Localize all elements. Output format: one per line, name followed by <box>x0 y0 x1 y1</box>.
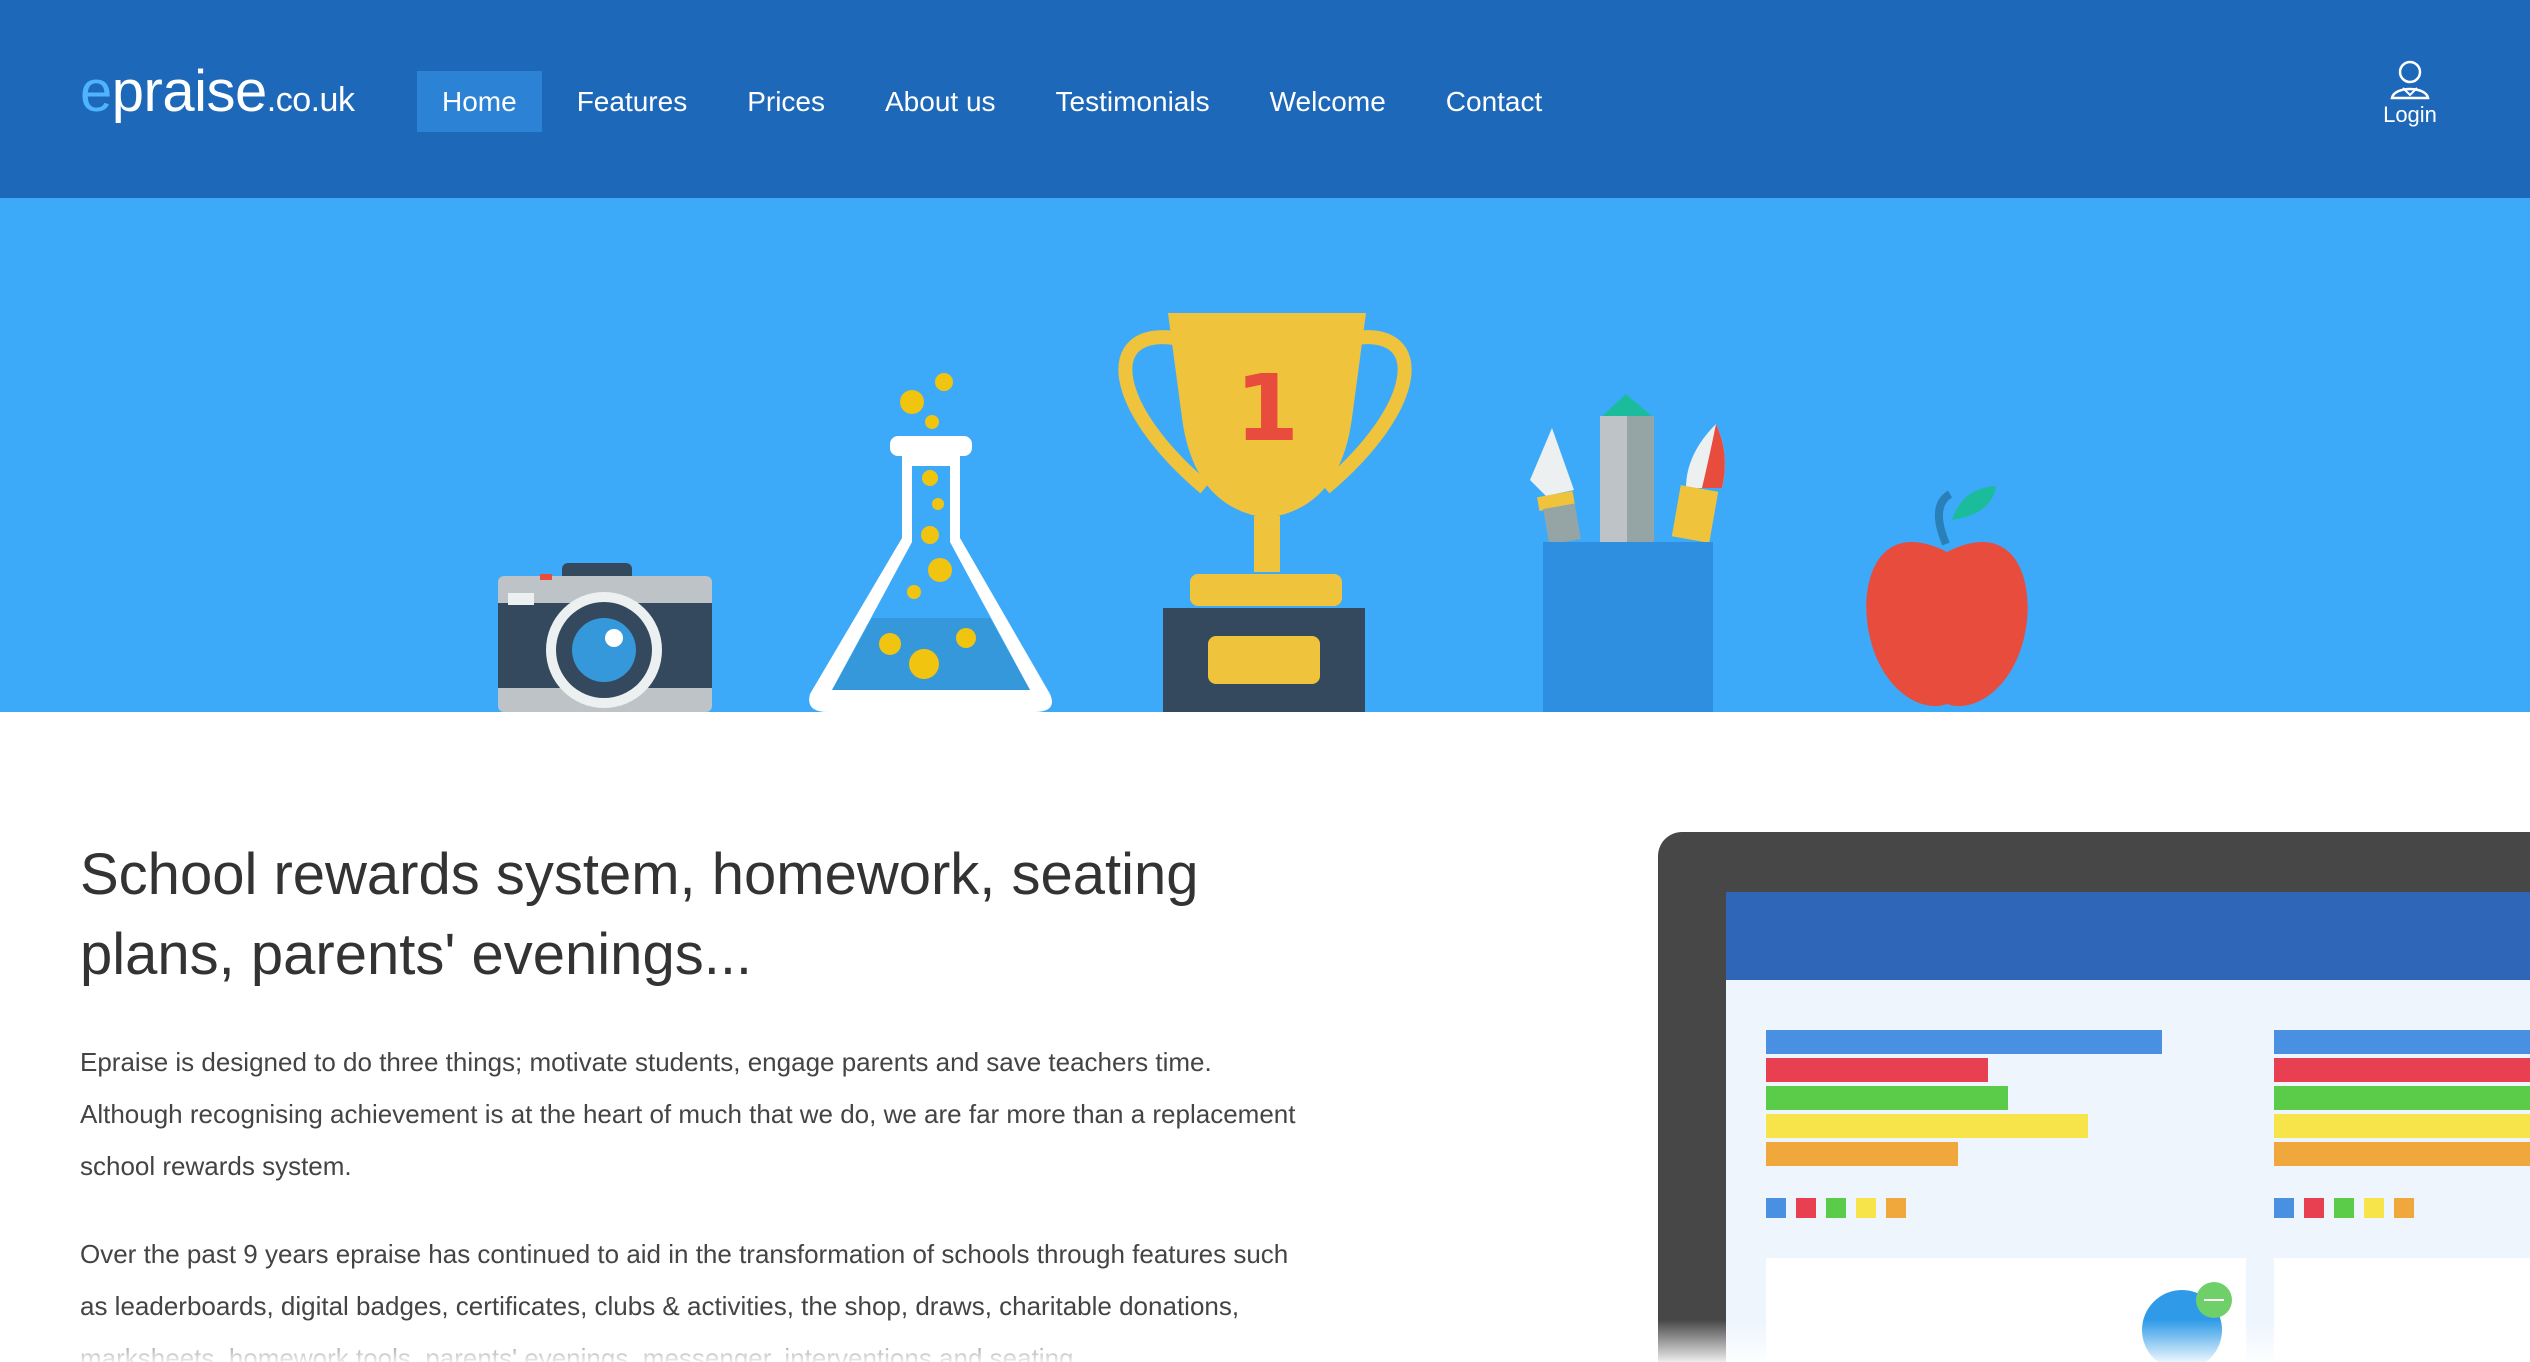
pie-chart-icon <box>2142 1282 2232 1362</box>
legend-square <box>1856 1198 1876 1218</box>
bar-orange-left <box>1766 1142 1958 1166</box>
bar-red-right <box>2274 1058 2530 1082</box>
trophy-number: 1 <box>1235 355 1299 462</box>
bar-red-left <box>1766 1058 1988 1082</box>
nav-about-us[interactable]: About us <box>860 71 1021 132</box>
bar-green-right <box>2274 1086 2530 1110</box>
bar-yellow-left <box>1766 1114 2088 1138</box>
page-headline: School rewards system, homework, seating… <box>80 842 1199 987</box>
pen-pot-icon <box>1530 394 1725 712</box>
hero-banner: 1 <box>0 198 2530 712</box>
user-icon <box>2390 60 2430 100</box>
trophy-icon: 1 <box>1118 313 1412 712</box>
bar-green-left <box>1766 1086 2008 1110</box>
dashboard-card <box>2274 1258 2530 1362</box>
nav-contact[interactable]: Contact <box>1421 71 1568 132</box>
legend-square <box>2364 1198 2384 1218</box>
bar-orange-right <box>2274 1142 2530 1166</box>
nav-prices[interactable]: Prices <box>722 71 850 132</box>
intro-paragraph: Epraise is designed to do three things; … <box>80 1047 1296 1181</box>
camera-icon <box>498 563 712 712</box>
nav-welcome[interactable]: Welcome <box>1245 71 1411 132</box>
main-nav: Home Features Prices About us Testimonia… <box>417 71 1577 132</box>
bar-blue-left <box>1766 1030 2162 1054</box>
legend-square <box>1886 1198 1906 1218</box>
top-navbar: epraise.co.uk Home Features Prices About… <box>0 0 2530 198</box>
bar-yellow-right <box>2274 1114 2530 1138</box>
dashboard-screenshot <box>1726 892 2530 1362</box>
flask-icon <box>809 373 1052 712</box>
legend-square <box>1766 1198 1786 1218</box>
epraise-logo[interactable]: epraise.co.uk <box>80 58 355 125</box>
legend-square <box>2334 1198 2354 1218</box>
apple-icon <box>1866 486 2028 707</box>
dashboard-header-bar <box>1726 892 2530 980</box>
legend-square <box>2394 1198 2414 1218</box>
bar-blue-right <box>2274 1030 2530 1054</box>
legend-square <box>2274 1198 2294 1218</box>
nav-home[interactable]: Home <box>417 71 542 132</box>
legend-square <box>1826 1198 1846 1218</box>
login-label: Login <box>2383 102 2437 127</box>
history-paragraph: Over the past 9 years epraise has contin… <box>80 1239 1289 1362</box>
login-button[interactable]: Login <box>2370 58 2450 128</box>
legend-square <box>2304 1198 2324 1218</box>
nav-testimonials[interactable]: Testimonials <box>1031 71 1235 132</box>
legend-square <box>1796 1198 1816 1218</box>
nav-features[interactable]: Features <box>552 71 713 132</box>
